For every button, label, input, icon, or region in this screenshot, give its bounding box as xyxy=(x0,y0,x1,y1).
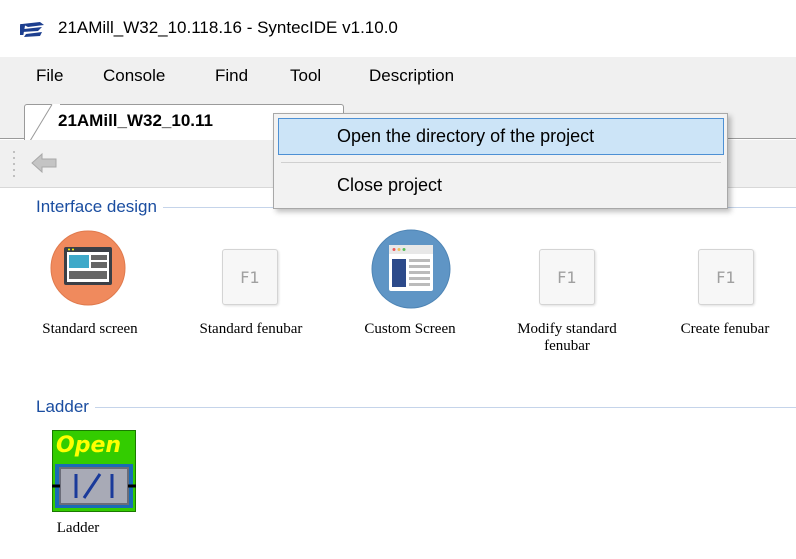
f1-key-icon[interactable]: F1 xyxy=(698,249,754,305)
label-create-fenubar: Create fenubar xyxy=(680,321,770,337)
label-modify-standard-fenubar: Modify standard fenubar xyxy=(492,321,642,355)
label-custom-screen: Custom Screen xyxy=(364,321,456,337)
menu-find[interactable]: Find xyxy=(215,66,248,86)
context-menu-separator xyxy=(281,162,721,163)
ladder-icon-text: Open xyxy=(56,433,122,458)
section-divider-ladder xyxy=(40,407,796,408)
syntec-logo-icon xyxy=(20,22,44,37)
custom-screen-button[interactable] xyxy=(371,229,451,309)
tab-slant-edge xyxy=(30,104,60,141)
label-standard-screen: Standard screen xyxy=(42,321,138,337)
custom-screen-icon xyxy=(371,229,451,309)
menu-description[interactable]: Description xyxy=(369,66,454,86)
section-title-ladder: Ladder xyxy=(36,397,95,417)
menu-file[interactable]: File xyxy=(36,66,63,86)
context-menu-label-open-directory: Open the directory of the project xyxy=(337,126,595,146)
menu-tool[interactable]: Tool xyxy=(290,66,321,86)
window-title: 21AMill_W32_10.118.16 - SyntecIDE v1.10.… xyxy=(58,18,398,37)
ladder-button[interactable]: Open xyxy=(51,429,137,513)
f1-key-icon[interactable]: F1 xyxy=(222,249,278,305)
label-standard-fenubar: Standard fenubar xyxy=(199,321,303,337)
toolbar-grip xyxy=(13,151,15,177)
label-modify-line1: Modify standard xyxy=(517,321,617,337)
tab-project-label: 21AMill_W32_10.11 xyxy=(58,111,213,130)
menu-console[interactable]: Console xyxy=(103,66,165,86)
standard-screen-button[interactable] xyxy=(50,230,126,306)
back-arrow-icon[interactable] xyxy=(30,152,58,174)
label-modify-line2: fenubar xyxy=(544,338,590,354)
section-title-interface-design: Interface design xyxy=(36,197,163,217)
f1-key-icon[interactable]: F1 xyxy=(539,249,595,305)
menu-bar: File Console Find Tool Description xyxy=(0,57,796,97)
label-ladder: Ladder xyxy=(56,520,100,536)
context-menu-item-close-project[interactable]: Close project xyxy=(337,175,442,196)
standard-screen-icon xyxy=(50,230,126,306)
